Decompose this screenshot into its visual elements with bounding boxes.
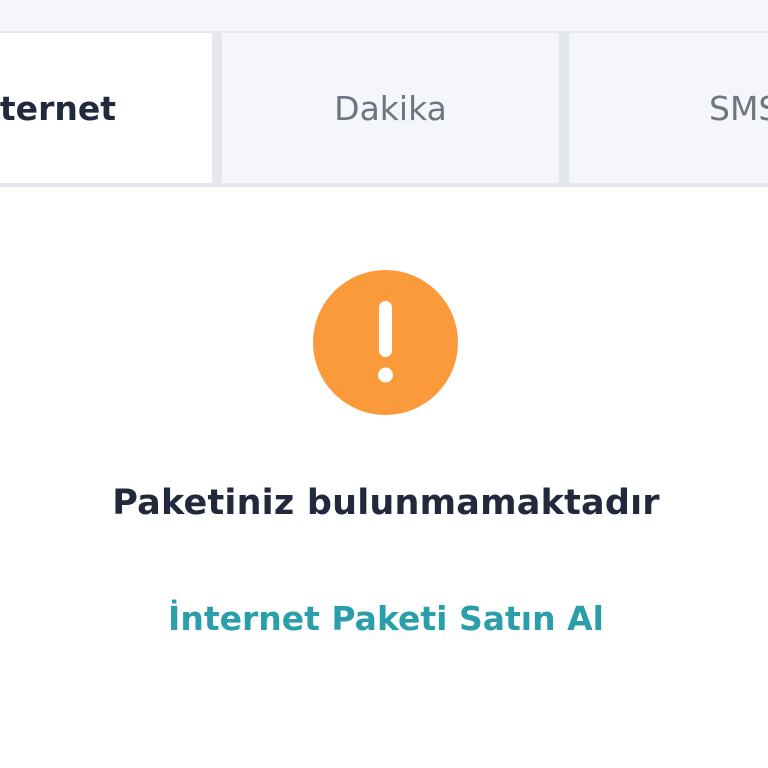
top-bar [0,0,768,33]
buy-internet-package-link[interactable]: İnternet Paketi Satın Al [0,599,768,638]
package-tabs: İnternet Dakika SMS [0,33,768,187]
empty-state-message: Paketiniz bulunmamaktadır [112,483,660,523]
empty-state: Paketiniz bulunmamaktadır İnternet Paket… [0,187,768,768]
tab-sms[interactable]: SMS [569,33,768,183]
tab-internet[interactable]: İnternet [0,33,212,183]
exclamation-icon [313,270,458,415]
tab-dakika[interactable]: Dakika [222,33,559,183]
package-page: İnternet Dakika SMS Paketiniz bulunmamak… [0,0,768,768]
